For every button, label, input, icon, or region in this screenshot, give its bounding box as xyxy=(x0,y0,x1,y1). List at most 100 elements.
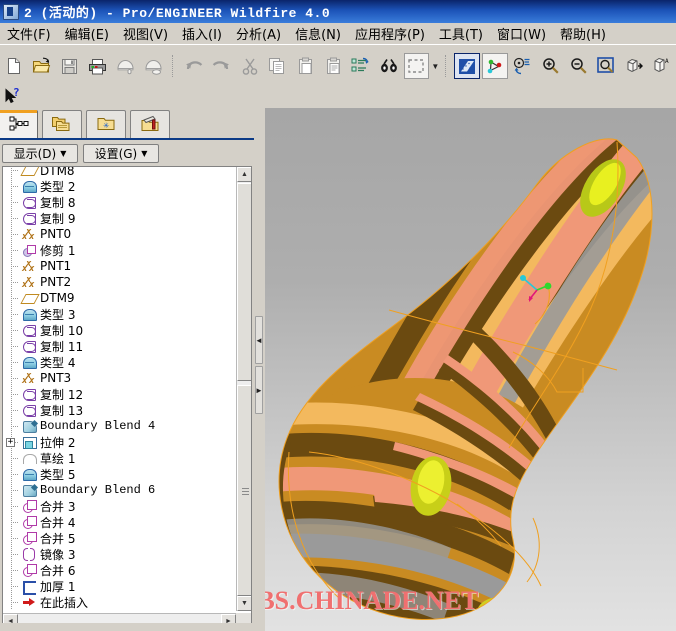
tree-row[interactable]: 类型 2 xyxy=(3,178,236,194)
left-pane-bottom xyxy=(0,623,254,631)
csys-display-icon[interactable] xyxy=(510,53,536,79)
menu-analysis[interactable]: 分析(A) xyxy=(229,22,288,45)
zoom-out-icon[interactable] xyxy=(566,53,592,79)
tree-row[interactable]: 合并 3 xyxy=(3,498,236,514)
refit-icon[interactable] xyxy=(593,53,619,79)
tree-row[interactable]: 草绘 1 xyxy=(3,450,236,466)
tree-row-label: 类型 3 xyxy=(40,307,76,322)
merge-icon xyxy=(21,562,38,578)
tree-guide xyxy=(5,258,21,274)
help-pointer-icon[interactable]: ? xyxy=(2,87,26,107)
reorient-icon[interactable] xyxy=(621,53,647,79)
tree-row[interactable]: 复制 9 xyxy=(3,210,236,226)
new-file-icon[interactable] xyxy=(1,53,27,79)
open-file-icon[interactable] xyxy=(29,53,55,79)
selection-box-icon[interactable] xyxy=(403,53,430,79)
connections-tab[interactable] xyxy=(130,110,170,139)
cut-icon[interactable] xyxy=(237,53,263,79)
find-icon[interactable] xyxy=(376,53,402,79)
copy-icon[interactable] xyxy=(264,53,290,79)
tree-row[interactable]: x x x PNT2 xyxy=(3,274,236,290)
tree-row-label: 合并 5 xyxy=(40,531,76,546)
tree-row[interactable]: x x x PNT1 xyxy=(3,258,236,274)
zoom-in-icon[interactable] xyxy=(538,53,564,79)
scroll-down-button[interactable]: ▼ xyxy=(237,596,251,611)
tree-row[interactable]: DTM8 xyxy=(3,167,236,178)
toolbar-separator xyxy=(171,55,175,77)
tree-row[interactable]: DTM9 xyxy=(3,290,236,306)
tree-row[interactable]: x x x PNT0 xyxy=(3,226,236,242)
tree-expand-toggle[interactable]: + xyxy=(6,438,15,447)
scroll-thumb-upper[interactable] xyxy=(237,183,251,381)
tree-row[interactable]: 类型 4 xyxy=(3,354,236,370)
boundary-blend-icon xyxy=(21,418,38,434)
mail-recipient-icon[interactable] xyxy=(140,53,166,79)
graphics-viewport[interactable]: BBS.CHINADE.NET xyxy=(265,108,676,631)
favorites-tab[interactable]: ✳ xyxy=(86,110,126,139)
tree-row[interactable]: 复制 13 xyxy=(3,402,236,418)
model-tree-tab[interactable] xyxy=(0,110,38,139)
tree-row[interactable]: 合并 5 xyxy=(3,530,236,546)
menu-tools[interactable]: 工具(T) xyxy=(432,22,490,45)
tree-row[interactable]: 复制 11 xyxy=(3,338,236,354)
tree-row[interactable]: Boundary Blend 4 xyxy=(3,418,236,434)
redo-icon[interactable] xyxy=(209,53,235,79)
tree-row-label: 修剪 1 xyxy=(40,243,76,258)
tree-row-label: 复制 8 xyxy=(40,195,76,210)
saved-view-icon[interactable]: A xyxy=(649,53,675,79)
menu-window[interactable]: 窗口(W) xyxy=(490,22,553,45)
collapse-right-button[interactable]: ► xyxy=(255,366,263,414)
scroll-thumb[interactable] xyxy=(237,385,251,596)
menu-file[interactable]: 文件(F) xyxy=(0,22,58,45)
tabs-underline xyxy=(0,138,254,140)
paste-icon[interactable] xyxy=(292,53,318,79)
regenerate-icon[interactable] xyxy=(348,53,374,79)
settings-dropdown-button[interactable]: 设置(G) ▼ xyxy=(83,143,159,163)
tree-row[interactable]: 复制 8 xyxy=(3,194,236,210)
chevron-down-icon[interactable]: ▼ xyxy=(430,53,440,79)
tree-row[interactable]: 复制 12 xyxy=(3,386,236,402)
tree-row[interactable]: 在此插入 xyxy=(3,594,236,610)
tree-row[interactable]: Boundary Blend 6 xyxy=(3,482,236,498)
quilt-icon xyxy=(21,306,38,322)
folder-browser-tab[interactable] xyxy=(42,110,82,139)
tree-row[interactable]: 加厚 1 xyxy=(3,578,236,595)
chevron-down-icon: ▼ xyxy=(60,148,67,158)
menu-view[interactable]: 视图(V) xyxy=(116,22,175,45)
menu-applications[interactable]: 应用程序(P) xyxy=(348,22,432,45)
datum-display-icon[interactable] xyxy=(454,53,481,79)
menu-edit[interactable]: 编辑(E) xyxy=(58,22,116,45)
tree-guide xyxy=(5,210,21,226)
menu-info[interactable]: 信息(N) xyxy=(288,22,348,45)
tree-row[interactable]: 类型 3 xyxy=(3,306,236,322)
tree-row[interactable]: 复制 10 xyxy=(3,322,236,338)
undo-icon[interactable] xyxy=(181,53,207,79)
tree-row[interactable]: 修剪 1 xyxy=(3,242,236,258)
tree-vertical-scrollbar[interactable]: ▲ ▼ xyxy=(236,167,251,611)
tree-row[interactable]: x x x PNT3 xyxy=(3,370,236,386)
show-dropdown-button[interactable]: 显示(D) ▼ xyxy=(2,143,78,163)
insert-here-icon xyxy=(21,594,38,610)
paste-special-icon[interactable] xyxy=(320,53,346,79)
tree-row[interactable]: 合并 4 xyxy=(3,514,236,530)
save-icon[interactable] xyxy=(57,53,83,79)
scroll-up-button[interactable]: ▲ xyxy=(237,167,251,182)
pane-splitter[interactable]: ◄ ► xyxy=(254,108,265,631)
menu-help[interactable]: 帮助(H) xyxy=(553,22,613,45)
toolbar-separator xyxy=(445,55,448,77)
tree-row[interactable]: 合并 6 xyxy=(3,562,236,578)
datum-point-display-icon[interactable] xyxy=(482,53,508,79)
mail-send-icon[interactable] xyxy=(112,53,138,79)
tree-row[interactable]: + 拉伸 2 xyxy=(3,434,236,450)
secondary-toolbar: ? xyxy=(0,86,676,108)
tree-guide xyxy=(5,167,21,178)
menu-insert[interactable]: 插入(I) xyxy=(175,22,229,45)
collapse-left-button[interactable]: ◄ xyxy=(255,316,263,364)
boundary-blend-icon xyxy=(21,482,38,498)
tree-guide xyxy=(5,306,21,322)
tree-row-label: 镜像 3 xyxy=(40,547,76,562)
print-icon[interactable] xyxy=(84,53,110,79)
tree-row[interactable]: 镜像 3 xyxy=(3,546,236,562)
model-tree[interactable]: DTM8 类型 2 复制 8 复制 9 x x x PNT0 修剪 1 x x x PNT1 x x x PNT… xyxy=(3,167,236,611)
tree-row[interactable]: 类型 5 xyxy=(3,466,236,482)
